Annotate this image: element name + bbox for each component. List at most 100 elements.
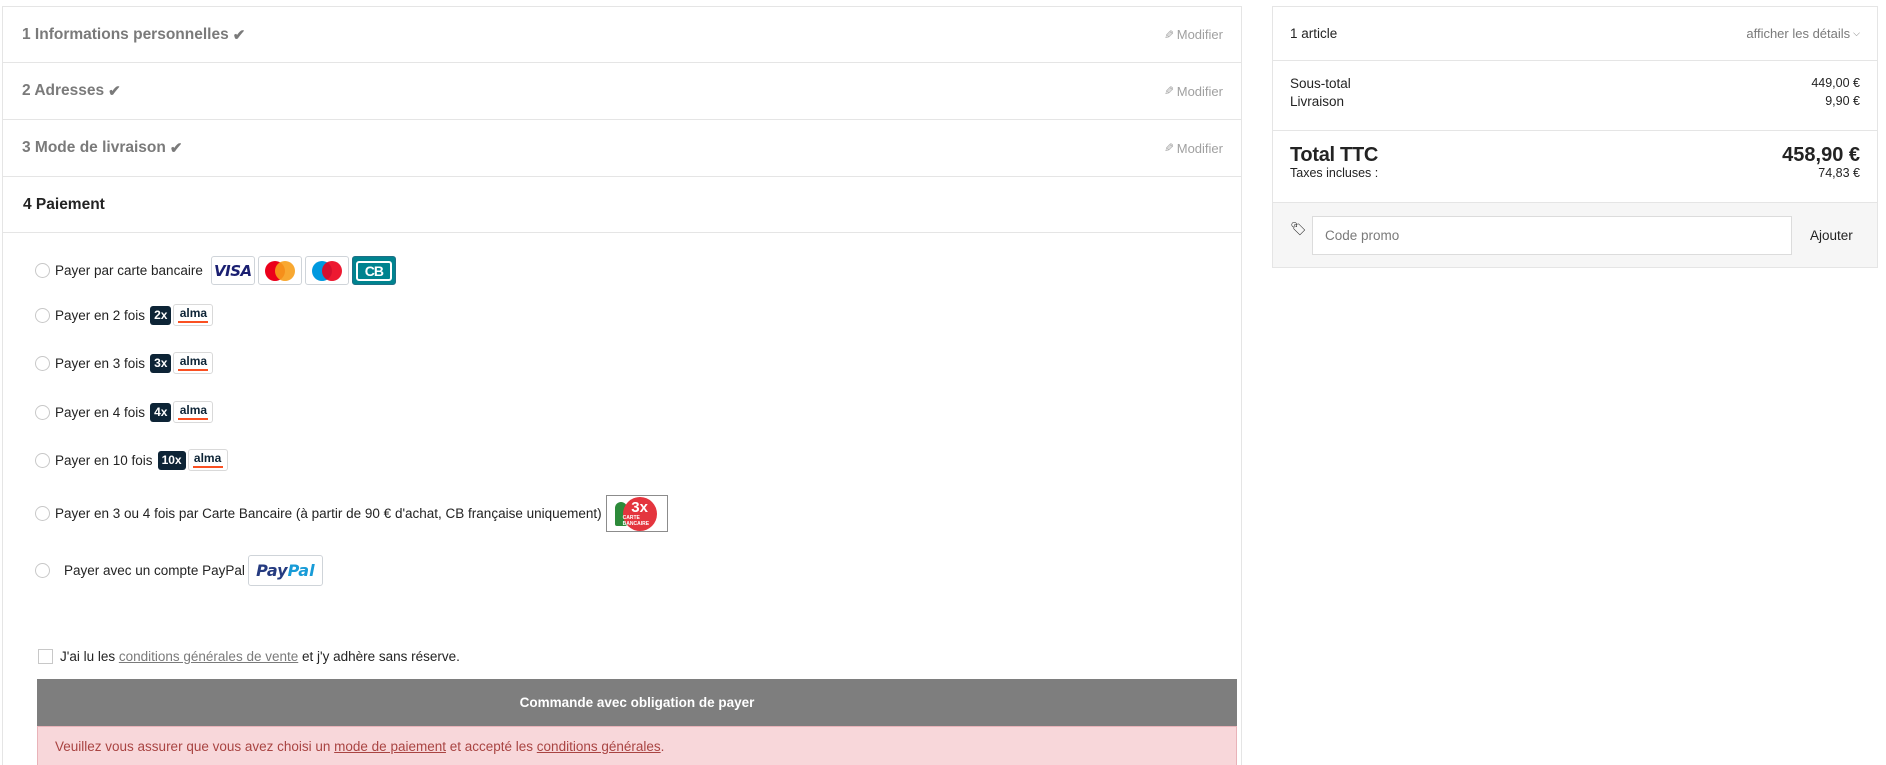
add-promo-button[interactable]: Ajouter — [1810, 228, 1853, 243]
option-label: Payer en 4 fois — [55, 404, 146, 420]
option-label: Payer par carte bancaire — [55, 263, 203, 278]
modify-label: Modifier — [1176, 140, 1223, 156]
alma-brand-icon: alma — [187, 449, 228, 471]
terms-link[interactable]: conditions générales de vente — [119, 649, 298, 664]
tax-row: Taxes incluses : 74,83 € — [1290, 166, 1860, 180]
total-label: Total TTC — [1290, 144, 1379, 166]
option-label: Payer avec un compte PayPal — [64, 563, 245, 578]
checkmark-icon: ✔ — [169, 140, 183, 157]
place-order-button[interactable]: Commande avec obligation de payer — [37, 679, 1237, 726]
option-label: Payer en 10 fois — [55, 452, 153, 468]
alma-brand-text: alma — [193, 451, 222, 465]
checkout-steps: 1 Informations personnelles ✔ ✎ Modifier… — [2, 6, 1242, 765]
payment-option-alma-2x[interactable]: Payer en 2 fois 2x alma — [35, 304, 214, 326]
radio-button[interactable] — [35, 563, 50, 578]
card-logos: VISA CB — [210, 256, 396, 285]
payment-option-card[interactable]: Payer par carte bancaire VISA CB — [35, 256, 396, 285]
promo-code-input[interactable] — [1312, 215, 1792, 255]
payment-option-alma-3x[interactable]: Payer en 3 fois 3x alma — [35, 352, 214, 374]
total-section: Total TTC 458,90 € Taxes incluses : 74,8… — [1273, 131, 1877, 203]
paypal-icon: Pay Pal — [247, 555, 323, 586]
alma-logo: 10x alma — [157, 449, 228, 471]
payment-method-link[interactable]: mode de paiement — [334, 739, 446, 754]
terms-suffix: et j'y adhère sans réserve. — [298, 649, 460, 664]
step-label: 3 Mode de livraison — [22, 139, 166, 156]
subtotal-value: 449,00 € — [1811, 76, 1860, 90]
radio-button[interactable] — [35, 404, 50, 420]
step-payment: 4 Paiement — [2, 177, 1242, 233]
payment-option-oney[interactable]: Payer en 3 ou 4 fois par Carte Bancaire … — [35, 495, 668, 532]
shipping-label: Livraison — [1290, 94, 1345, 109]
payment-option-alma-10x[interactable]: Payer en 10 fois 10x alma — [35, 449, 228, 471]
show-details-label: afficher les détails — [1746, 26, 1851, 41]
step-personal-info[interactable]: 1 Informations personnelles ✔ ✎ Modifier — [2, 6, 1242, 63]
promo-section: 🏷︎ Ajouter — [1273, 203, 1877, 267]
general-conditions-link[interactable]: conditions générales — [537, 739, 661, 754]
tag-icon: 🏷︎ — [1290, 221, 1307, 236]
step-addresses[interactable]: 2 Adresses ✔ ✎ Modifier — [2, 63, 1242, 120]
total-value: 458,90 € — [1782, 144, 1860, 166]
terms-agreement: J'ai lu les conditions générales de vent… — [38, 649, 460, 664]
installment-badge: 4x — [150, 402, 172, 422]
step-title: 2 Adresses ✔ — [22, 82, 121, 100]
terms-prefix: J'ai lu les — [60, 649, 119, 664]
alma-brand-text: alma — [179, 403, 208, 417]
step-title: 1 Informations personnelles ✔ — [22, 26, 245, 44]
warning-middle: et accepté les — [445, 739, 537, 754]
radio-button[interactable] — [35, 452, 50, 468]
maestro-icon — [304, 256, 349, 285]
step-shipping-method[interactable]: 3 Mode de livraison ✔ ✎ Modifier — [2, 120, 1242, 177]
warning-suffix: . — [660, 739, 665, 754]
paypal-logo-text-2: Pal — [287, 561, 315, 580]
shipping-value: 9,90 € — [1825, 94, 1860, 108]
installment-badge: 3x — [150, 353, 172, 373]
subtotal-label: Sous-total — [1290, 76, 1351, 91]
alma-logo: 3x alma — [150, 352, 214, 374]
visa-icon: VISA — [210, 256, 255, 285]
shipping-row: Livraison 9,90 € — [1290, 94, 1860, 112]
modify-label: Modifier — [1176, 83, 1223, 99]
tax-value: 74,83 € — [1818, 166, 1860, 180]
radio-button[interactable] — [35, 506, 50, 521]
terms-checkbox[interactable] — [38, 649, 53, 664]
alma-brand-icon: alma — [173, 401, 214, 423]
step-label: 4 Paiement — [23, 195, 105, 213]
paypal-logo-text-1: Pay — [256, 561, 288, 580]
option-label: Payer en 3 ou 4 fois par Carte Bancaire … — [55, 506, 602, 521]
alma-brand-text: alma — [179, 354, 208, 368]
alma-brand-icon: alma — [173, 304, 214, 326]
modify-addresses-link[interactable]: ✎ Modifier — [1164, 84, 1223, 99]
item-count: 1 article — [1290, 26, 1338, 41]
show-details-toggle[interactable]: afficher les détails ⌵ — [1746, 26, 1860, 41]
summary-header: 1 article afficher les détails ⌵ — [1273, 7, 1877, 61]
chevron-down-icon: ⌵ — [1853, 28, 1860, 38]
payment-warning-alert: Veuillez vous assurer que vous avez choi… — [37, 726, 1237, 765]
subtotal-row: Sous-total 449,00 € — [1290, 76, 1860, 94]
option-label: Payer en 2 fois — [55, 307, 146, 323]
payment-option-alma-4x[interactable]: Payer en 4 fois 4x alma — [35, 401, 214, 423]
option-label: Payer en 3 fois — [55, 355, 146, 371]
alma-brand-icon: alma — [173, 352, 214, 374]
summary-lines: Sous-total 449,00 € Livraison 9,90 € — [1273, 61, 1877, 131]
step-label: 2 Adresses — [22, 82, 105, 99]
checkmark-icon: ✔ — [232, 26, 246, 44]
warning-prefix: Veuillez vous assurer que vous avez choi… — [55, 739, 335, 754]
modify-label: Modifier — [1176, 27, 1223, 42]
pencil-icon: ✎ — [1163, 27, 1174, 42]
mastercard-icon — [257, 256, 302, 285]
alma-brand-text: alma — [179, 306, 208, 320]
oney-3x-icon: 3x CARTE BANCAIRE — [605, 495, 668, 532]
payment-option-paypal[interactable]: Payer avec un compte PayPal Pay Pal — [35, 555, 323, 586]
radio-button[interactable] — [35, 263, 50, 278]
checkmark-icon: ✔ — [108, 83, 121, 100]
radio-button[interactable] — [35, 307, 50, 323]
payment-options: Payer par carte bancaire VISA CB Payer e… — [2, 233, 1242, 765]
modify-shipping-link[interactable]: ✎ Modifier — [1164, 141, 1223, 156]
installment-badge: 10x — [157, 450, 186, 470]
radio-button[interactable] — [35, 355, 50, 371]
modify-personal-info-link[interactable]: ✎ Modifier — [1164, 27, 1223, 42]
alma-logo: 4x alma — [150, 401, 214, 423]
step-title: 3 Mode de livraison ✔ — [22, 139, 182, 157]
total-row: Total TTC 458,90 € — [1290, 144, 1860, 167]
tax-label: Taxes incluses : — [1290, 166, 1379, 180]
